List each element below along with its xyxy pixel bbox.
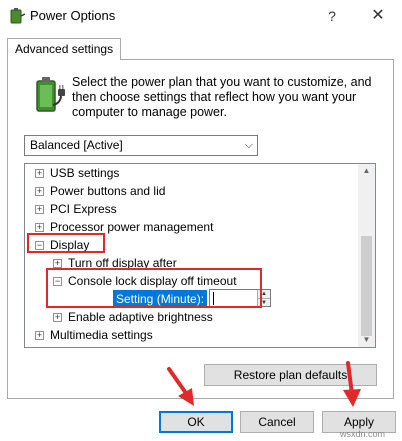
tab-advanced-settings[interactable]: Advanced settings: [7, 38, 122, 60]
tree-item-multimedia[interactable]: + Multimedia settings: [35, 326, 153, 344]
tree-item-label: Power buttons and lid: [50, 184, 166, 198]
tree-item-pci-express[interactable]: + PCI Express: [35, 200, 117, 218]
expand-icon[interactable]: +: [35, 205, 44, 215]
expand-icon[interactable]: +: [35, 187, 44, 197]
battery-plug-icon: [36, 77, 65, 112]
annotation-box-display: [27, 233, 105, 253]
close-button[interactable]: ✕: [368, 6, 388, 26]
help-button[interactable]: ?: [322, 6, 342, 26]
tree-item-label: PCI Express: [50, 202, 117, 216]
settings-tree[interactable]: + USB settings + Power buttons and lid + PC…: [24, 163, 376, 348]
tree-scrollbar[interactable]: ▲ ▼: [358, 164, 375, 347]
expand-icon[interactable]: +: [35, 223, 44, 233]
annotation-arrow-ok-icon: [167, 367, 194, 406]
tree-item-adaptive-brightness[interactable]: + Enable adaptive brightness: [53, 308, 213, 326]
expand-icon[interactable]: +: [53, 259, 62, 269]
expand-icon[interactable]: +: [53, 313, 62, 323]
expand-icon[interactable]: +: [35, 331, 44, 341]
title-bar: Power Options ? ✕: [0, 0, 402, 32]
power-plan-select[interactable]: Balanced [Active] ⌵: [24, 135, 258, 156]
expand-icon[interactable]: +: [35, 169, 44, 179]
tree-item-power-buttons[interactable]: + Power buttons and lid: [35, 182, 165, 200]
tree-item-usb-settings[interactable]: + USB settings: [35, 164, 119, 182]
scroll-thumb[interactable]: [361, 236, 372, 336]
description-text: Select the power plan that you want to c…: [72, 75, 372, 119]
watermark: wsxdn.com: [340, 429, 386, 439]
annotation-arrow-apply-icon: [343, 361, 361, 407]
tree-item-label: Multimedia settings: [50, 328, 153, 342]
annotation-box-console-lock: [46, 268, 262, 308]
power-plan-value: Balanced [Active]: [30, 138, 123, 152]
window-title: Power Options: [30, 8, 116, 23]
tree-item-label: Processor power management: [50, 220, 214, 234]
chevron-down-icon: ⌵: [244, 139, 253, 151]
scroll-down-icon[interactable]: ▼: [358, 333, 375, 347]
tree-item-label: Enable adaptive brightness: [68, 310, 213, 324]
scroll-up-icon[interactable]: ▲: [358, 164, 375, 178]
ok-button[interactable]: OK: [159, 411, 233, 433]
tree-item-label: USB settings: [50, 166, 120, 180]
power-options-icon: [10, 8, 26, 24]
cancel-button[interactable]: Cancel: [240, 411, 314, 433]
